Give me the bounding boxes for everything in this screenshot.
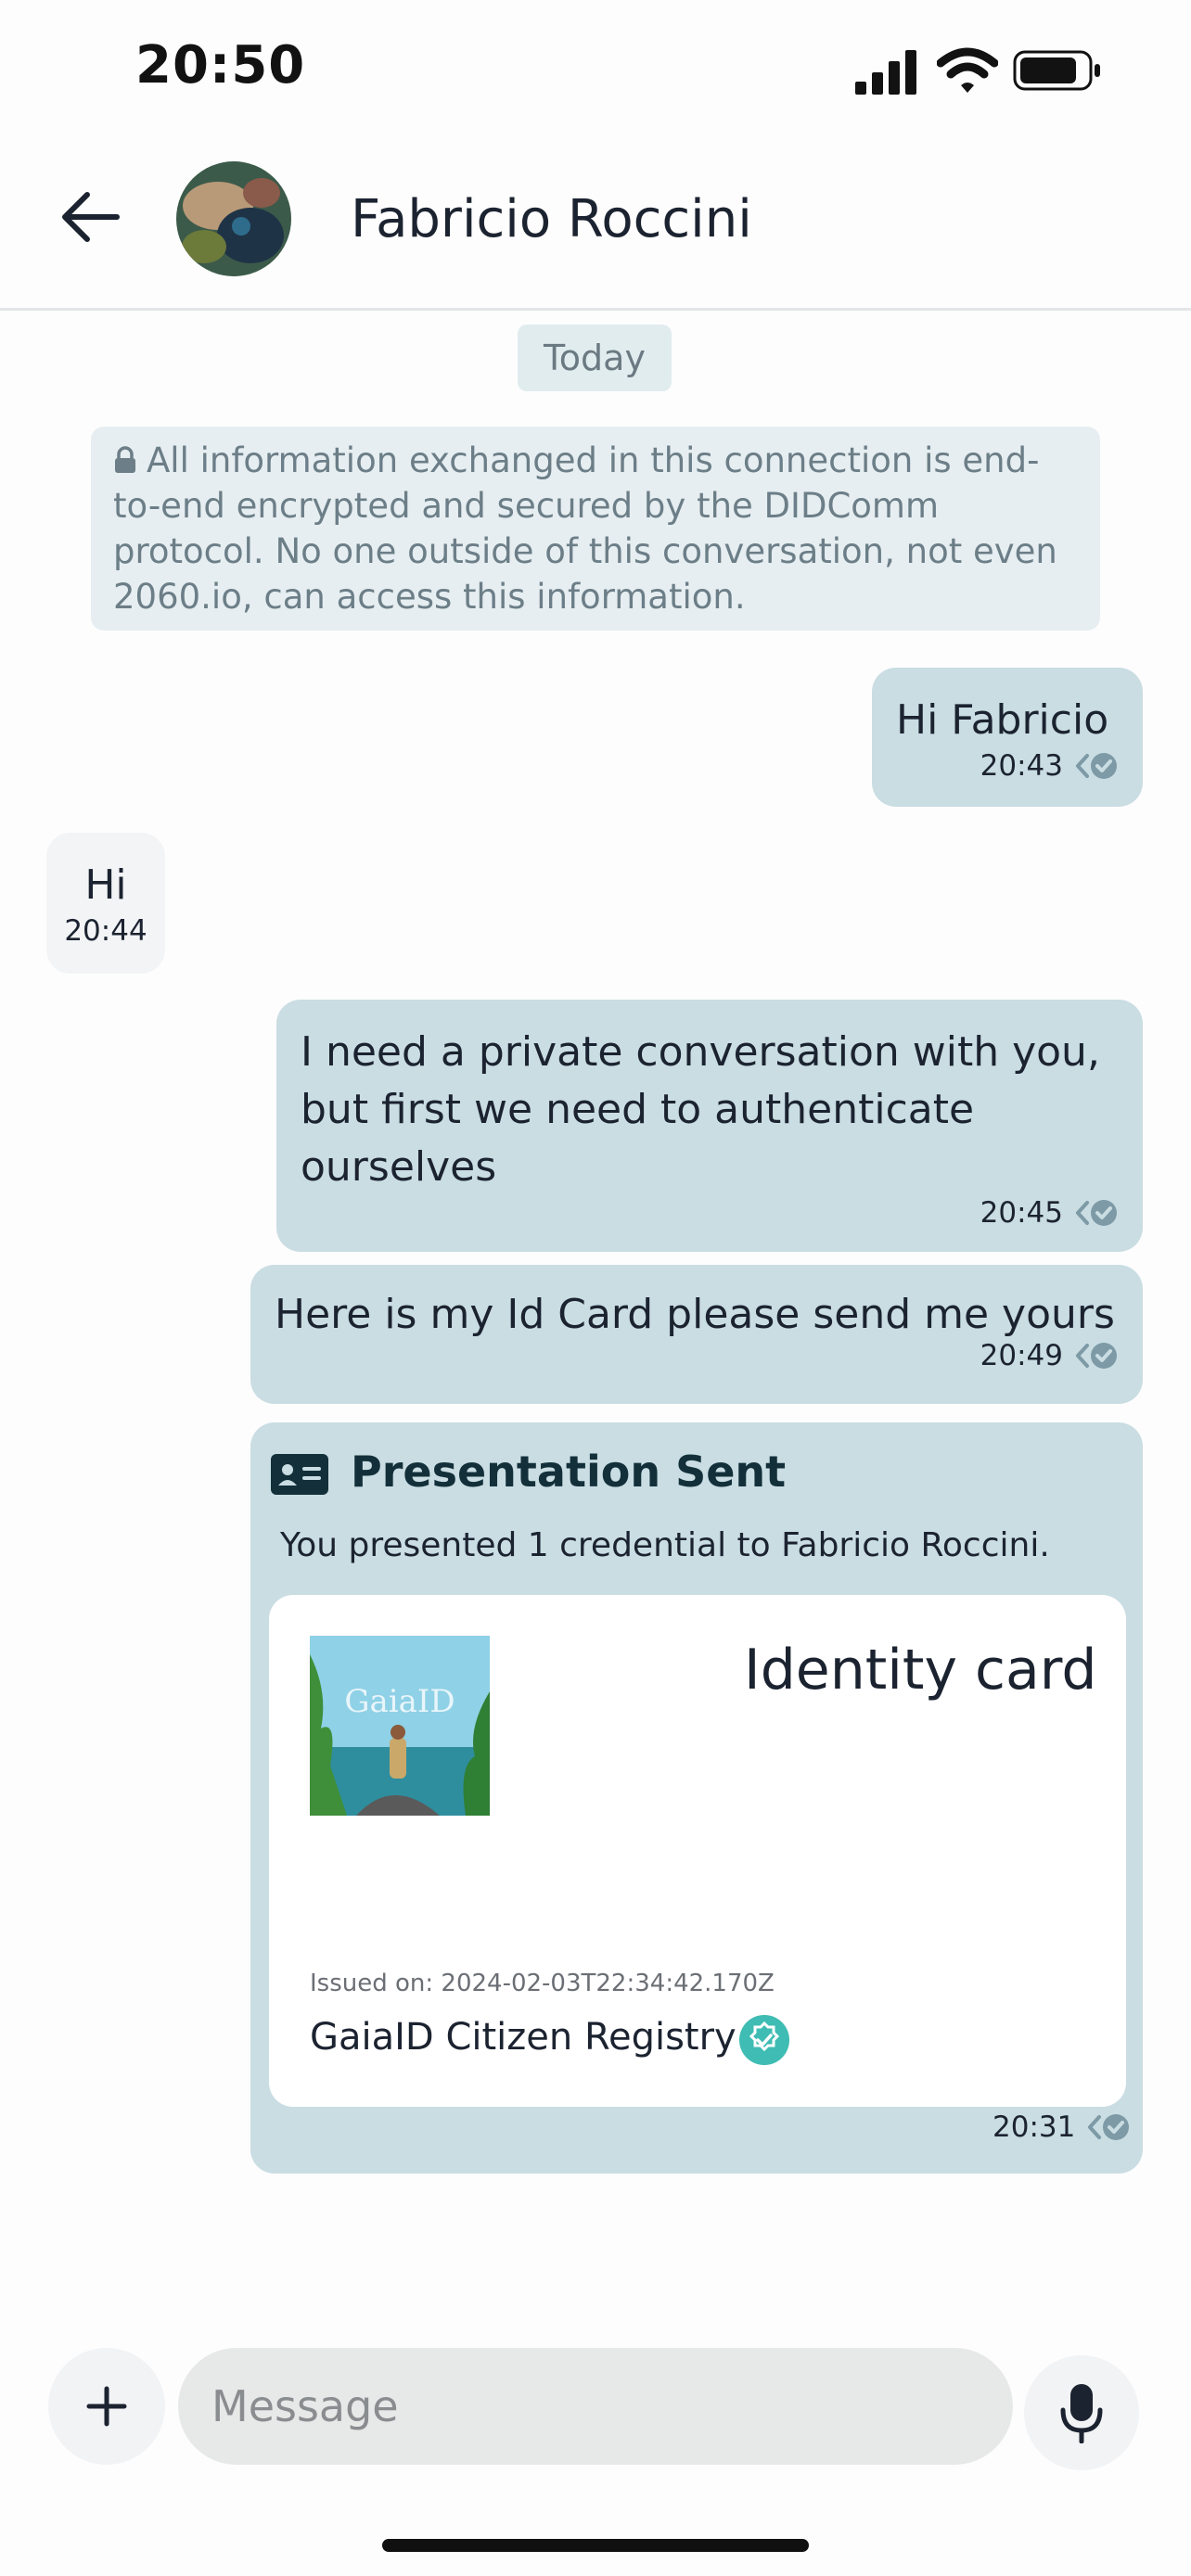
- credential-logo-image: GaiaID: [310, 1636, 490, 1816]
- home-indicator: [382, 2539, 809, 2552]
- encryption-notice: All information exchanged in this connec…: [91, 427, 1100, 631]
- verified-badge-icon: [739, 2015, 789, 2065]
- message-text: I need a private conversation with you, …: [301, 1028, 1100, 1191]
- credential-title: Identity card: [744, 1638, 1097, 1702]
- plus-icon: [86, 2386, 127, 2427]
- credential-logo-text: GaiaID: [344, 1683, 455, 1720]
- microphone-icon: [1060, 2384, 1103, 2443]
- incoming-message[interactable]: Hi 20:44: [46, 833, 165, 974]
- message-meta: 20:31: [992, 2111, 1131, 2144]
- contact-name[interactable]: Fabricio Roccini: [351, 189, 752, 249]
- message-meta: 20:49: [275, 1339, 1119, 1372]
- outgoing-message[interactable]: I need a private conversation with you, …: [276, 1000, 1143, 1252]
- lock-icon: [115, 446, 135, 473]
- contact-avatar[interactable]: [176, 161, 291, 276]
- delivered-check-icon: [1076, 1200, 1117, 1226]
- cellular-signal-icon: [855, 50, 916, 95]
- message-time: 20:49: [980, 1339, 1063, 1372]
- outgoing-message[interactable]: Here is my Id Card please send me yours …: [250, 1265, 1143, 1404]
- date-separator: Today: [518, 325, 672, 391]
- message-time: 20:31: [992, 2111, 1076, 2144]
- battery-icon: [1013, 50, 1100, 91]
- message-text: Hi: [84, 861, 127, 909]
- status-time: 20:50: [135, 35, 306, 96]
- encryption-notice-text: All information exchanged in this connec…: [113, 440, 1057, 617]
- message-time: 20:45: [980, 1196, 1063, 1230]
- message-time: 20:43: [980, 749, 1063, 783]
- header-divider: [0, 308, 1191, 311]
- add-attachment-button[interactable]: [48, 2348, 165, 2465]
- message-meta: 20:43: [896, 749, 1119, 783]
- message-input[interactable]: [178, 2348, 1013, 2465]
- message-text: Hi Fabricio: [896, 696, 1109, 744]
- message-text: Here is my Id Card please send me yours: [275, 1291, 1115, 1338]
- outgoing-message[interactable]: Hi Fabricio 20:43: [872, 668, 1143, 807]
- message-meta: 20:45: [301, 1196, 1119, 1230]
- presentation-title: Presentation Sent: [351, 1447, 787, 1497]
- id-card-icon: [271, 1454, 328, 1495]
- voice-record-button[interactable]: [1024, 2355, 1139, 2470]
- delivered-check-icon: [1088, 2114, 1130, 2140]
- wifi-icon: [937, 47, 998, 93]
- message-time: 20:44: [64, 914, 147, 948]
- delivered-check-icon: [1076, 1343, 1117, 1369]
- presentation-subtitle: You presented 1 credential to Fabricio R…: [280, 1526, 1050, 1564]
- credential-issued-on: Issued on: 2024-02-03T22:34:42.170Z: [310, 1970, 775, 1997]
- delivered-check-icon: [1076, 753, 1117, 779]
- credential-issuer: GaiaID Citizen Registry: [310, 2016, 736, 2059]
- back-arrow-icon[interactable]: [58, 189, 122, 245]
